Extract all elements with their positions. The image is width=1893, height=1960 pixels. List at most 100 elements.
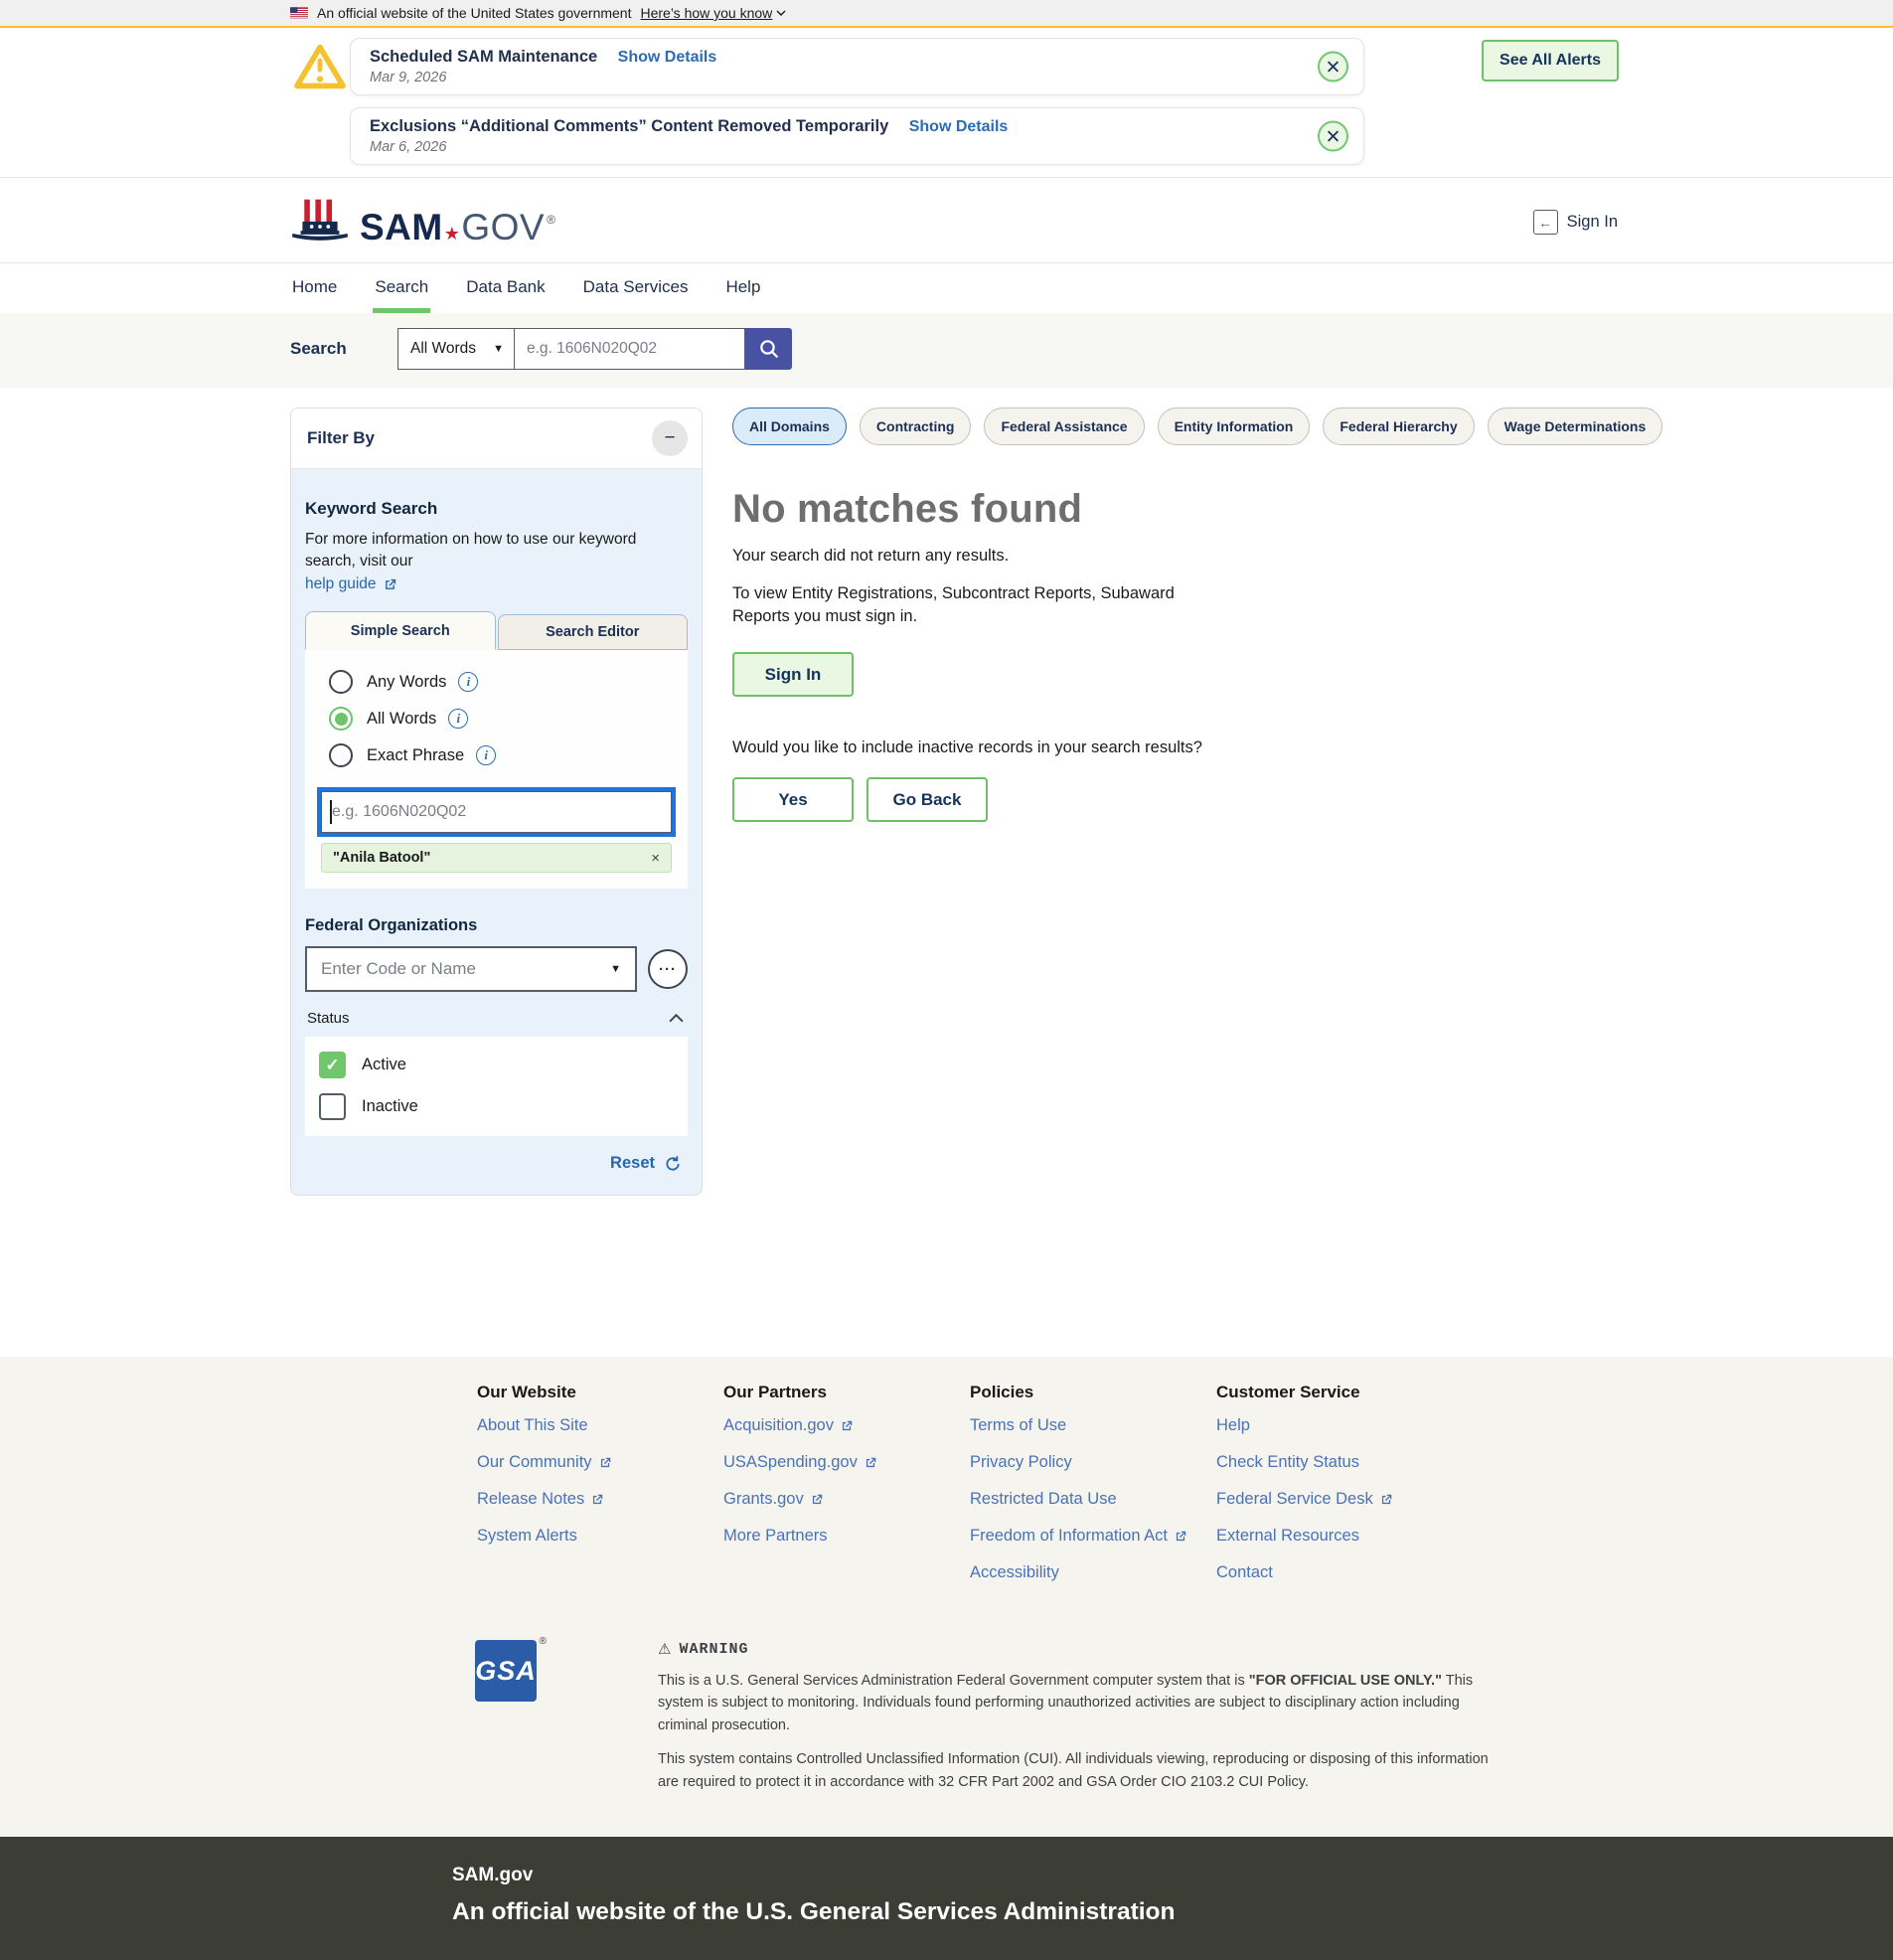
sign-in-button[interactable]: Sign In: [732, 652, 854, 697]
how-you-know-link[interactable]: Here’s how you know: [640, 5, 786, 21]
external-link-icon: [864, 1456, 877, 1470]
reset-filters-link[interactable]: Reset: [610, 1154, 655, 1173]
footer-links: Acquisition.gov USASpending.gov Grants.gov…: [723, 1416, 970, 1546]
radio-button[interactable]: [329, 670, 353, 694]
radio-label: Any Words: [367, 673, 446, 692]
chevron-down-icon: [776, 10, 786, 16]
federal-organizations-heading: Federal Organizations: [305, 916, 688, 935]
warning-triangle-icon: [292, 42, 348, 96]
see-all-alerts-button[interactable]: See All Alerts: [1482, 40, 1619, 82]
warning-title: ⚠ WARNING: [658, 1640, 1493, 1658]
search-button[interactable]: [745, 328, 792, 370]
nav-item[interactable]: Search: [373, 263, 430, 313]
info-icon[interactable]: i: [448, 709, 468, 729]
federal-org-select[interactable]: Enter Code or Name ▼: [305, 946, 637, 992]
radio-button[interactable]: [329, 707, 353, 731]
info-icon[interactable]: i: [458, 672, 478, 692]
status-option[interactable]: ✓ Active: [319, 1052, 674, 1078]
domain-pill[interactable]: Wage Determinations: [1488, 408, 1663, 445]
more-org-options-button[interactable]: ···: [648, 949, 688, 989]
alert-close-button[interactable]: [1318, 52, 1348, 82]
results-area: All Domains Contracting Federal Assistan…: [732, 408, 1557, 822]
sam-gov-logo[interactable]: SAM★GOV®: [290, 196, 555, 245]
alert-close-button[interactable]: [1318, 121, 1348, 152]
footer-link[interactable]: Grants.gov: [723, 1490, 824, 1509]
footer-link[interactable]: Acquisition.gov: [723, 1416, 854, 1435]
footer-link[interactable]: More Partners: [723, 1527, 828, 1546]
identifier-footer: SAM.gov An official website of the U.S. …: [0, 1837, 1893, 1960]
external-link-icon: [598, 1456, 612, 1470]
footer-link[interactable]: Restricted Data Use: [970, 1490, 1117, 1509]
footer-link[interactable]: Terms of Use: [970, 1416, 1066, 1435]
search-type-select[interactable]: All Words ▼: [397, 328, 515, 370]
footer-link[interactable]: System Alerts: [477, 1527, 577, 1546]
alert-date: Mar 6, 2026: [370, 139, 1300, 155]
checkbox: ✓: [319, 1093, 346, 1120]
filter-body: Keyword Search For more information on h…: [291, 469, 702, 1195]
domain-pill[interactable]: Federal Hierarchy: [1323, 408, 1474, 445]
yes-button[interactable]: Yes: [732, 777, 854, 822]
nav-item[interactable]: Data Services: [581, 263, 691, 313]
collapse-filters-button[interactable]: −: [652, 420, 688, 456]
status-section-toggle[interactable]: Status: [307, 1010, 684, 1027]
keyword-tab[interactable]: Simple Search: [305, 611, 496, 650]
keyword-tabs: Simple Search Search Editor: [305, 611, 688, 650]
external-link-icon: [840, 1419, 854, 1433]
footer-link[interactable]: Our Community: [477, 1453, 612, 1472]
footer-link[interactable]: Freedom of Information Act: [970, 1527, 1187, 1546]
keyword-input-wrap: [321, 791, 672, 833]
sign-in-link[interactable]: ← Sign In: [1533, 210, 1618, 235]
footer-link[interactable]: Check Entity Status: [1216, 1453, 1359, 1472]
alert-title: Exclusions “Additional Comments” Content…: [370, 117, 888, 135]
alert-box: Exclusions “Additional Comments” Content…: [350, 107, 1364, 165]
nav-item[interactable]: Home: [290, 263, 339, 313]
footer-link[interactable]: Accessibility: [970, 1563, 1059, 1582]
alert-show-details-link[interactable]: Show Details: [618, 49, 717, 66]
minus-icon: −: [664, 427, 675, 449]
gov-banner-text: An official website of the United States…: [317, 5, 631, 21]
alert-show-details-link[interactable]: Show Details: [909, 118, 1009, 135]
domain-pill[interactable]: Federal Assistance: [984, 408, 1144, 445]
info-icon[interactable]: i: [476, 745, 496, 765]
domain-pill[interactable]: All Domains: [732, 408, 847, 445]
sign-in-hint-text: To view Entity Registrations, Subcontrac…: [732, 582, 1229, 628]
warning-paragraph-2: This system contains Controlled Unclassi…: [658, 1748, 1493, 1793]
filter-panel: Filter By − Keyword Search For more info…: [290, 408, 703, 1196]
footer-col-customer-service: Customer Service HelpCheck Entity Status…: [1216, 1383, 1463, 1600]
status-option[interactable]: ✓ Inactive: [319, 1093, 674, 1120]
footer-link[interactable]: USASpending.gov: [723, 1453, 877, 1472]
alert-box: Scheduled SAM Maintenance Show Details M…: [350, 38, 1364, 95]
footer: Our Website About This SiteOur Community…: [0, 1357, 1893, 1837]
nav-item[interactable]: Help: [723, 263, 762, 313]
footer-link[interactable]: Federal Service Desk: [1216, 1490, 1393, 1509]
radio-button[interactable]: [329, 743, 353, 767]
footer-link[interactable]: Contact: [1216, 1563, 1273, 1582]
footer-link[interactable]: Privacy Policy: [970, 1453, 1072, 1472]
logo-text: SAM★GOV®: [360, 209, 555, 245]
global-search-input[interactable]: [515, 328, 745, 370]
footer-link[interactable]: Help: [1216, 1416, 1250, 1435]
login-arrow-icon: ←: [1533, 210, 1558, 235]
go-back-button[interactable]: Go Back: [867, 777, 988, 822]
footer-link[interactable]: Release Notes: [477, 1490, 604, 1509]
gsa-warning-row: GSA ® ⚠ WARNING This is a U.S. General S…: [475, 1640, 1893, 1793]
footer-columns: Our Website About This SiteOur Community…: [477, 1383, 1893, 1600]
domain-pill[interactable]: Entity Information: [1158, 408, 1311, 445]
search-icon: [758, 338, 780, 360]
keyword-search-input[interactable]: [321, 791, 672, 833]
keyword-tab[interactable]: Search Editor: [498, 614, 689, 650]
keyword-radio-option: Exact Phrase i: [329, 743, 674, 767]
us-flag-icon: [290, 7, 308, 19]
help-guide-link[interactable]: help guide: [305, 573, 397, 595]
footer-link[interactable]: About This Site: [477, 1416, 588, 1435]
nav-item[interactable]: Data Bank: [464, 263, 547, 313]
search-band: Search All Words ▼: [0, 313, 1893, 388]
external-link-icon: [383, 577, 397, 592]
chip-remove-icon[interactable]: ×: [651, 851, 660, 866]
keyword-chip: "Anila Batool" ×: [321, 843, 672, 873]
keyword-info-text: For more information on how to use our k…: [305, 529, 688, 595]
reset-row: Reset: [305, 1154, 682, 1173]
footer-link[interactable]: External Resources: [1216, 1527, 1359, 1546]
domain-pill[interactable]: Contracting: [860, 408, 972, 445]
footer-col-our-website: Our Website About This SiteOur Community…: [477, 1383, 723, 1600]
